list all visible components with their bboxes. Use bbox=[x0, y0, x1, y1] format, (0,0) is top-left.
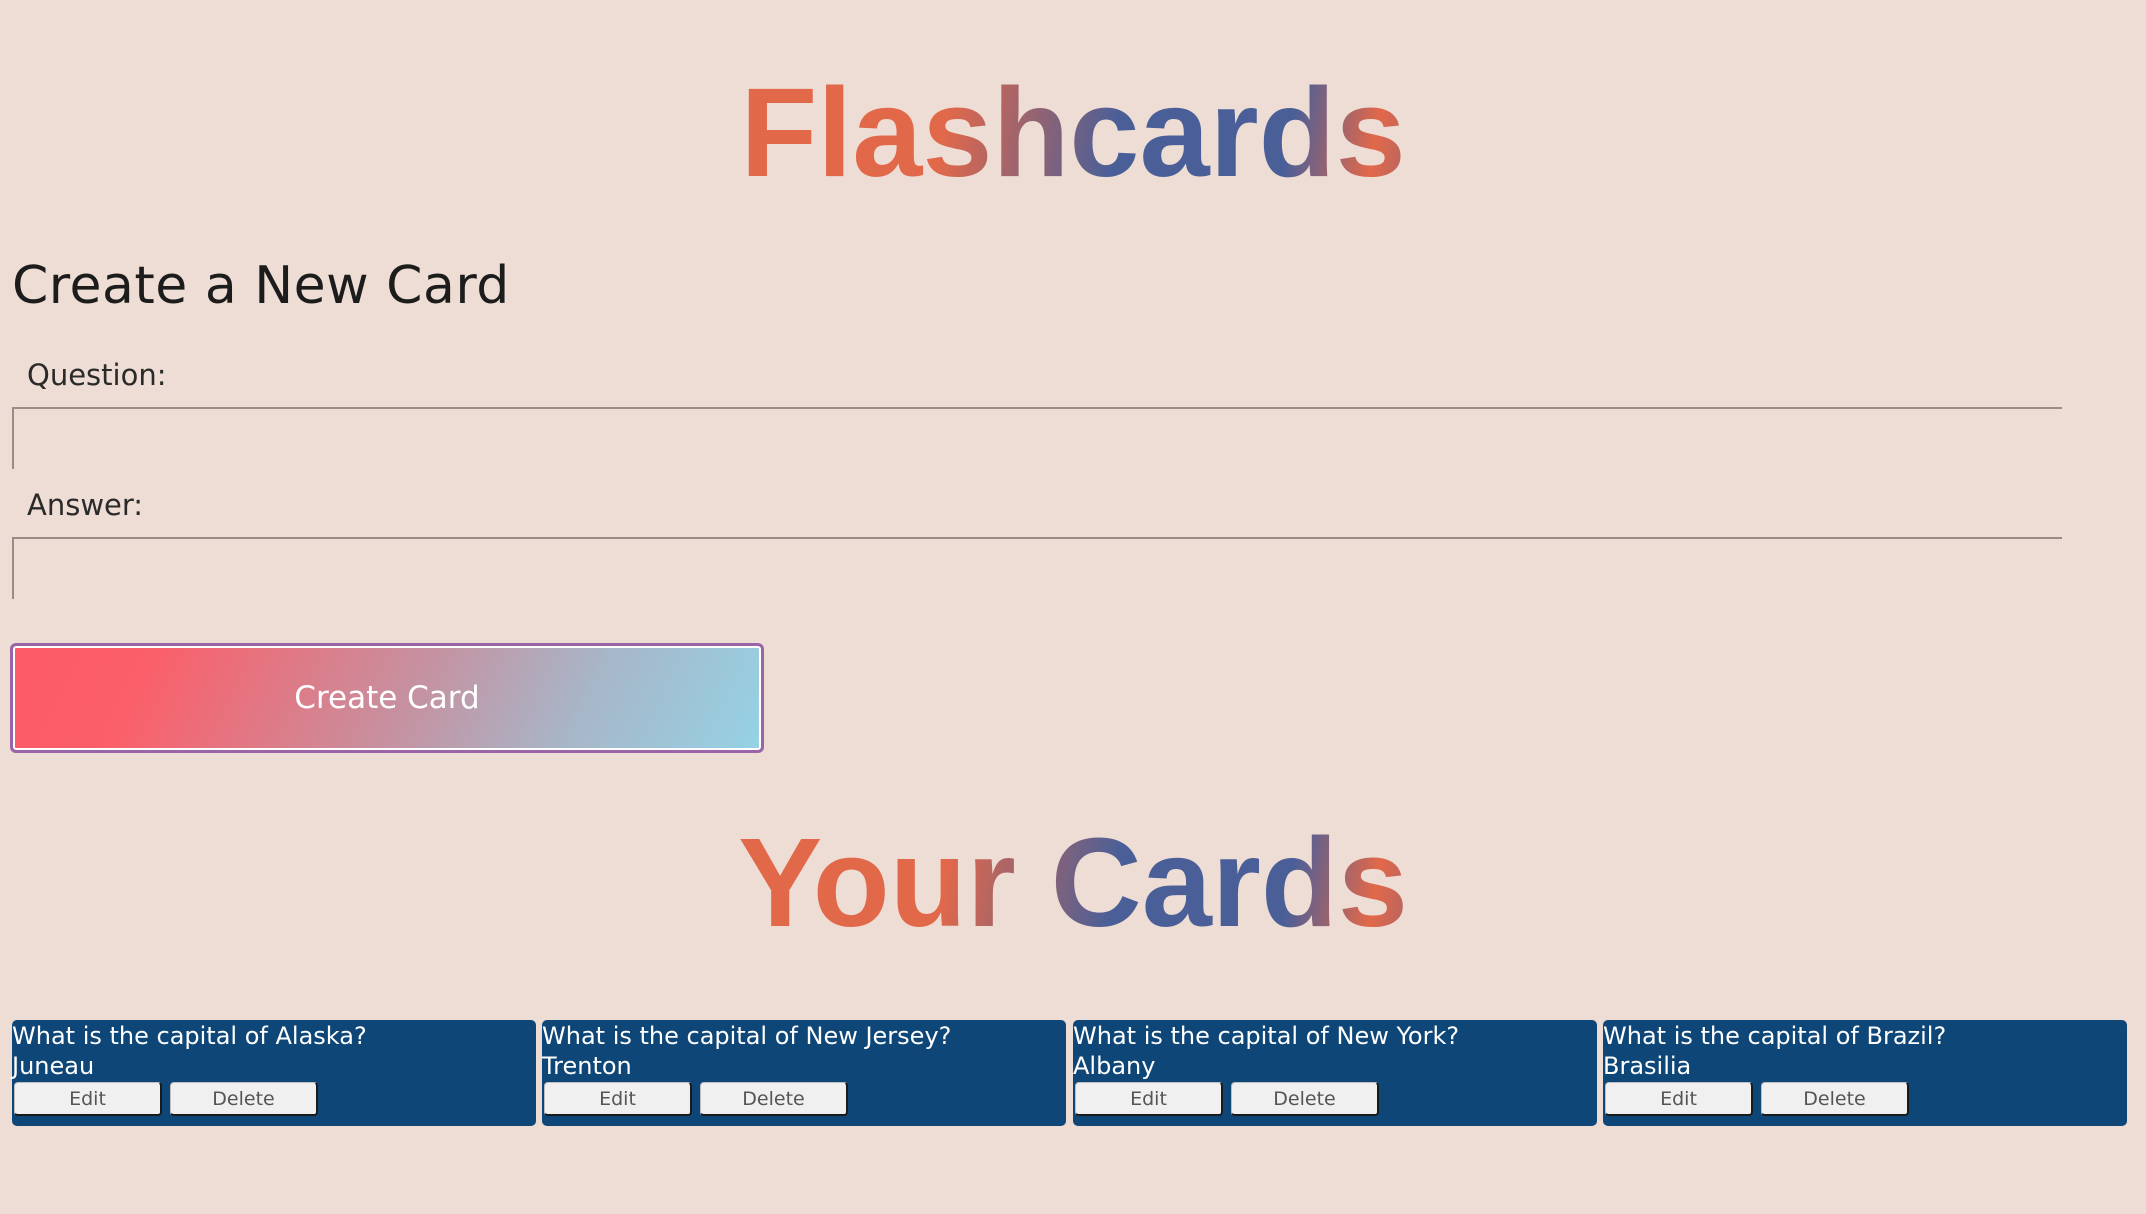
your-cards-title: Your Cards bbox=[0, 820, 2146, 946]
cards-list: What is the capital of Alaska? Juneau Ed… bbox=[12, 1020, 2127, 1126]
card-answer: Trenton bbox=[542, 1052, 632, 1080]
answer-input[interactable] bbox=[12, 537, 2062, 599]
card-item: What is the capital of New Jersey? Trent… bbox=[542, 1020, 1066, 1126]
card-item: What is the capital of New York? Albany … bbox=[1073, 1020, 1597, 1126]
card-item: What is the capital of Alaska? Juneau Ed… bbox=[12, 1020, 536, 1126]
delete-button[interactable]: Delete bbox=[170, 1082, 318, 1116]
card-question: What is the capital of New York? bbox=[1073, 1022, 1460, 1050]
question-label: Question: bbox=[27, 358, 167, 392]
create-card-heading: Create a New Card bbox=[12, 256, 510, 316]
answer-label: Answer: bbox=[27, 488, 144, 522]
delete-button[interactable]: Delete bbox=[700, 1082, 848, 1116]
card-item: What is the capital of Brazil? Brasilia … bbox=[1603, 1020, 2127, 1126]
question-input[interactable] bbox=[12, 407, 2062, 469]
delete-button[interactable]: Delete bbox=[1231, 1082, 1379, 1116]
create-card-button[interactable]: Create Card bbox=[10, 643, 764, 753]
delete-button[interactable]: Delete bbox=[1761, 1082, 1909, 1116]
edit-button[interactable]: Edit bbox=[544, 1082, 692, 1116]
card-question: What is the capital of Alaska? bbox=[12, 1022, 367, 1050]
edit-button[interactable]: Edit bbox=[1075, 1082, 1223, 1116]
card-answer: Albany bbox=[1073, 1052, 1156, 1080]
card-question: What is the capital of New Jersey? bbox=[542, 1022, 952, 1050]
app-title: Flashcards bbox=[0, 70, 2146, 196]
edit-button[interactable]: Edit bbox=[14, 1082, 162, 1116]
edit-button[interactable]: Edit bbox=[1605, 1082, 1753, 1116]
card-answer: Juneau bbox=[12, 1052, 95, 1080]
card-answer: Brasilia bbox=[1603, 1052, 1692, 1080]
card-question: What is the capital of Brazil? bbox=[1603, 1022, 1947, 1050]
